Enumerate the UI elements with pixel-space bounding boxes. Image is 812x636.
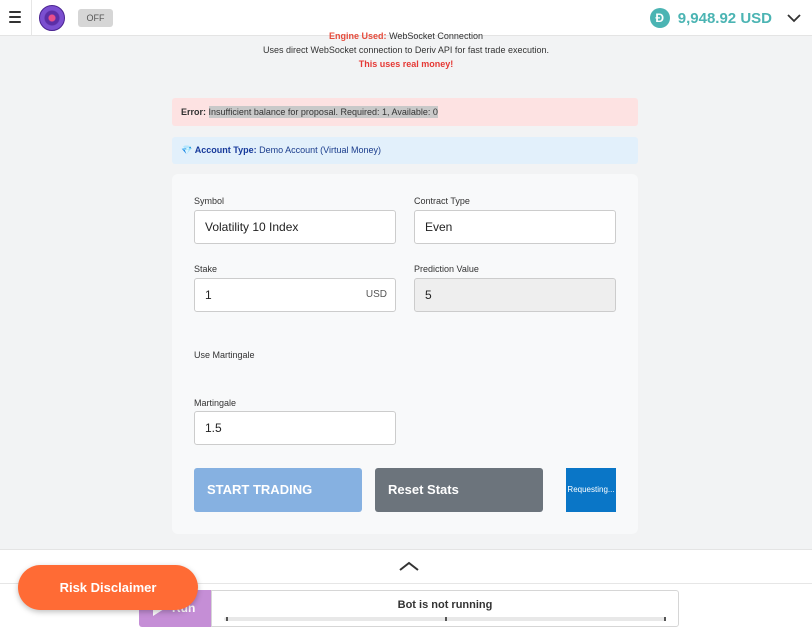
account-type-alert: 💎 Account Type: Demo Account (Virtual Mo… (172, 137, 638, 164)
account-balance[interactable]: Đ 9,948.92 USD (649, 7, 802, 29)
progress-tick (226, 617, 228, 621)
currency-coin-icon: Đ (649, 8, 670, 28)
symbol-select[interactable]: Volatility 10 Index (194, 210, 396, 244)
prediction-value-input[interactable]: 5 (414, 278, 616, 312)
contract-type-select[interactable]: Even (414, 210, 616, 244)
diamond-icon: 💎 (181, 145, 193, 155)
risk-disclaimer-button[interactable]: Risk Disclaimer (18, 565, 198, 610)
stake-input[interactable]: 1 USD (194, 278, 396, 312)
engine-info: Engine Used: WebSocket Connection (0, 31, 812, 41)
stake-value: 1 (205, 288, 212, 302)
engine-value: WebSocket Connection (389, 31, 483, 41)
balance-amount: 9,948.92 USD (677, 9, 772, 27)
trade-form-card: Symbol Volatility 10 Index Contract Type… (172, 174, 638, 534)
contract-type-label: Contract Type (414, 196, 470, 206)
error-label: Error: (181, 107, 207, 117)
error-alert: Error: Insufficient balance for proposal… (172, 98, 638, 126)
progress-tick (664, 617, 666, 621)
stake-currency: USD (365, 289, 387, 300)
stake-label: Stake (194, 264, 218, 274)
martingale-label: Martingale (194, 398, 237, 408)
use-martingale-label[interactable]: Use Martingale (194, 350, 255, 360)
bot-status-box: Bot is not running (211, 590, 679, 627)
start-trading-button[interactable]: START TRADING (194, 468, 362, 512)
engine-description: Uses direct WebSocket connection to Deri… (263, 45, 549, 55)
requesting-button[interactable]: Requesting... (566, 468, 616, 512)
reset-stats-button[interactable]: Reset Stats (375, 468, 543, 512)
symbol-label: Symbol (194, 196, 225, 206)
progress-tick (445, 617, 447, 621)
chevron-down-icon[interactable] (786, 13, 802, 23)
engine-label: Engine Used: (329, 31, 387, 41)
hamburger-menu-icon[interactable] (9, 11, 21, 23)
prediction-value-label: Prediction Value (414, 264, 479, 274)
power-toggle[interactable]: OFF (78, 9, 113, 27)
real-money-warning: This uses real money! (358, 59, 454, 69)
chevron-up-icon[interactable] (398, 560, 420, 572)
account-type-label: Account Type: (194, 145, 257, 155)
account-type-value: Demo Account (Virtual Money) (259, 145, 381, 155)
bot-status-text: Bot is not running (397, 599, 493, 611)
martingale-input[interactable]: 1.5 (194, 411, 396, 445)
error-message: Insufficient balance for proposal. Requi… (208, 106, 438, 118)
app-logo[interactable] (39, 5, 65, 31)
